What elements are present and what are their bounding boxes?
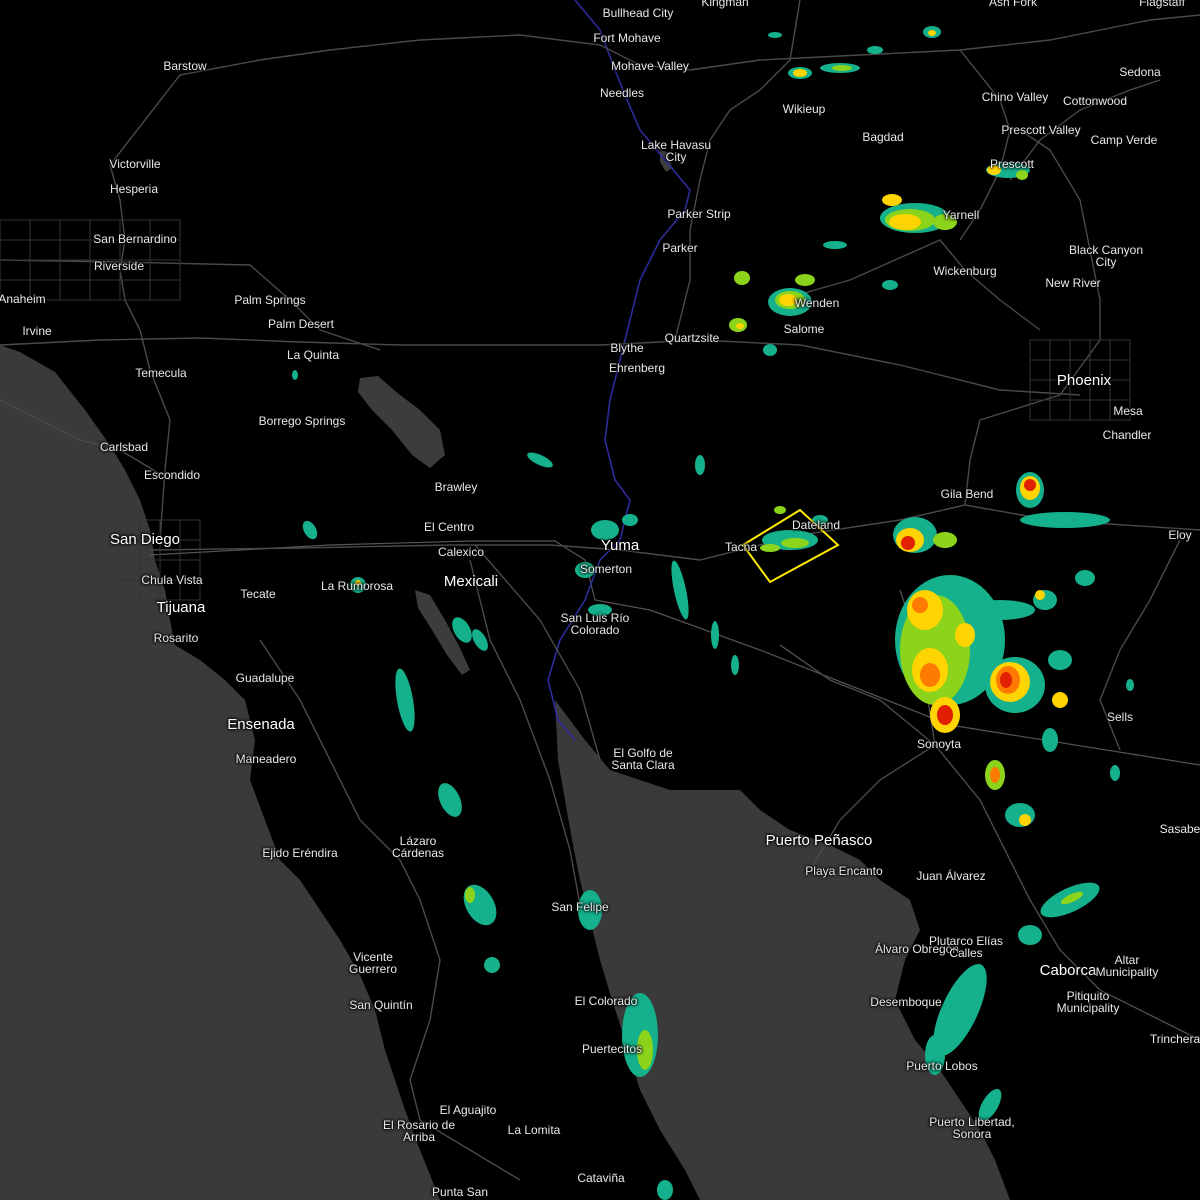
place-label: Trincheras — [1149, 1032, 1200, 1046]
place-label: San Felipe — [551, 900, 609, 914]
place-label: Chula Vista — [141, 573, 203, 587]
place-label: Needles — [599, 86, 645, 100]
place-label: Blythe — [610, 341, 644, 355]
place-label: Salome — [783, 322, 825, 336]
place-label: Playa Encanto — [805, 864, 883, 878]
radar-cell-yuma — [292, 370, 739, 675]
place-label: Puertecitos — [581, 1042, 643, 1056]
place-label: Lake Havasu City — [640, 138, 712, 164]
place-label: Gila Bend — [940, 487, 994, 501]
place-label: Temecula — [135, 366, 187, 380]
place-label: Black Canyon City — [1068, 243, 1144, 269]
place-label: Palm Desert — [267, 317, 335, 331]
place-label: Maneadero — [235, 752, 297, 766]
place-label: Eloy — [1168, 528, 1192, 542]
place-label: Chino Valley — [981, 90, 1049, 104]
place-label: Sasabe — [1159, 822, 1200, 836]
place-label: New River — [1045, 276, 1101, 290]
place-label: Vicente Guerrero — [348, 950, 398, 976]
place-label: La Rumorosa — [320, 579, 394, 593]
place-label: Tijuana — [156, 599, 206, 616]
place-label: Camp Verde — [1090, 133, 1158, 147]
place-label: Dateland — [791, 518, 841, 532]
place-label: Puerto Libertad, Sonora — [929, 1115, 1015, 1141]
place-label: Ejido Eréndira — [262, 846, 338, 860]
place-label: Borrego Springs — [258, 414, 346, 428]
place-label: La Quinta — [286, 348, 340, 362]
place-label: Palm Springs — [234, 293, 306, 307]
place-label: El Rosario de Arriba — [382, 1118, 456, 1144]
place-label: Barstow — [163, 59, 207, 73]
place-label: Ash Fork — [988, 0, 1038, 9]
place-label: Bullhead City — [602, 6, 674, 20]
place-label: Tacna — [724, 540, 758, 554]
salton-sea — [358, 376, 445, 468]
place-label: San Bernardino — [93, 232, 177, 246]
place-label: Puerto Peñasco — [765, 832, 873, 849]
place-label: Cottonwood — [1062, 94, 1128, 108]
place-label: Riverside — [93, 259, 145, 273]
place-label: Ensenada — [227, 716, 295, 733]
place-label: Rosarito — [153, 631, 199, 645]
place-label: El Centro — [423, 520, 475, 534]
radar-map[interactable]: Bullhead City Kingman Ash Fork Flagstaff For… — [0, 0, 1200, 1200]
place-label: El Colorado — [574, 994, 638, 1008]
place-label: Puerto Lobos — [906, 1059, 978, 1073]
place-label: Punta San — [431, 1185, 489, 1199]
place-label: Parker — [662, 241, 698, 255]
place-label: Mexicali — [443, 573, 499, 590]
place-label: San Diego — [109, 531, 181, 548]
place-label: Mohave Valley — [611, 59, 689, 73]
place-label: Ehrenberg — [608, 361, 666, 375]
radar-cell-sonoyta — [895, 575, 1134, 827]
place-label: San Luis Río Colorado — [560, 611, 630, 637]
place-label: Bagdad — [862, 130, 904, 144]
place-label: Sells — [1106, 710, 1134, 724]
place-label: Sedona — [1119, 65, 1161, 79]
place-label: Hesperia — [109, 182, 159, 196]
place-label: Wikieup — [782, 102, 826, 116]
place-label: Altar Municipality — [1095, 953, 1159, 979]
place-label: El Golfo de Santa Clara — [611, 746, 675, 772]
place-label: Victorville — [109, 157, 161, 171]
place-label: Wenden — [794, 296, 840, 310]
place-label: Yarnell — [942, 208, 980, 222]
place-label: Carlsbad — [99, 440, 149, 454]
place-label: Phoenix — [1056, 372, 1112, 389]
place-label: Calexico — [437, 545, 485, 559]
place-label: Escondido — [143, 468, 201, 482]
place-label: Mesa — [1113, 404, 1143, 418]
place-label: Parker Strip — [667, 207, 731, 221]
place-label: El Aguajito — [439, 1103, 497, 1117]
place-label: Prescott Valley — [1001, 123, 1081, 137]
place-label: Chandler — [1102, 428, 1152, 442]
place-label: Lázaro Cárdenas — [391, 834, 445, 860]
place-label: Brawley — [434, 480, 478, 494]
radar-cell-gila-bend — [893, 472, 1110, 586]
place-label: Guadalupe — [235, 671, 295, 685]
place-label: Tecate — [240, 587, 276, 601]
place-label: Juan Álvarez — [916, 869, 986, 883]
place-label: Sonoyta — [916, 737, 962, 751]
place-label: Desemboque — [870, 995, 942, 1009]
place-label: Anaheim — [0, 292, 46, 306]
place-label: Yuma — [600, 537, 640, 554]
place-label: Quartzsite — [664, 331, 720, 345]
place-label: Plutarco Elías Calles — [928, 934, 1004, 960]
place-label: Somerton — [579, 562, 633, 576]
place-label: Fort Mohave — [593, 31, 661, 45]
place-label: Irvine — [22, 324, 52, 338]
place-label: Kingman — [701, 0, 749, 9]
place-label: Wickenburg — [933, 264, 997, 278]
place-label: Prescott — [989, 157, 1035, 171]
place-label: San Quintín — [349, 998, 413, 1012]
place-label: Pitiquito Municipality — [1056, 989, 1120, 1015]
place-label: Cataviña — [577, 1171, 625, 1185]
pacific-ocean — [0, 345, 440, 1200]
place-label: Flagstaff — [1139, 0, 1185, 9]
place-label: La Lomita — [507, 1123, 561, 1137]
